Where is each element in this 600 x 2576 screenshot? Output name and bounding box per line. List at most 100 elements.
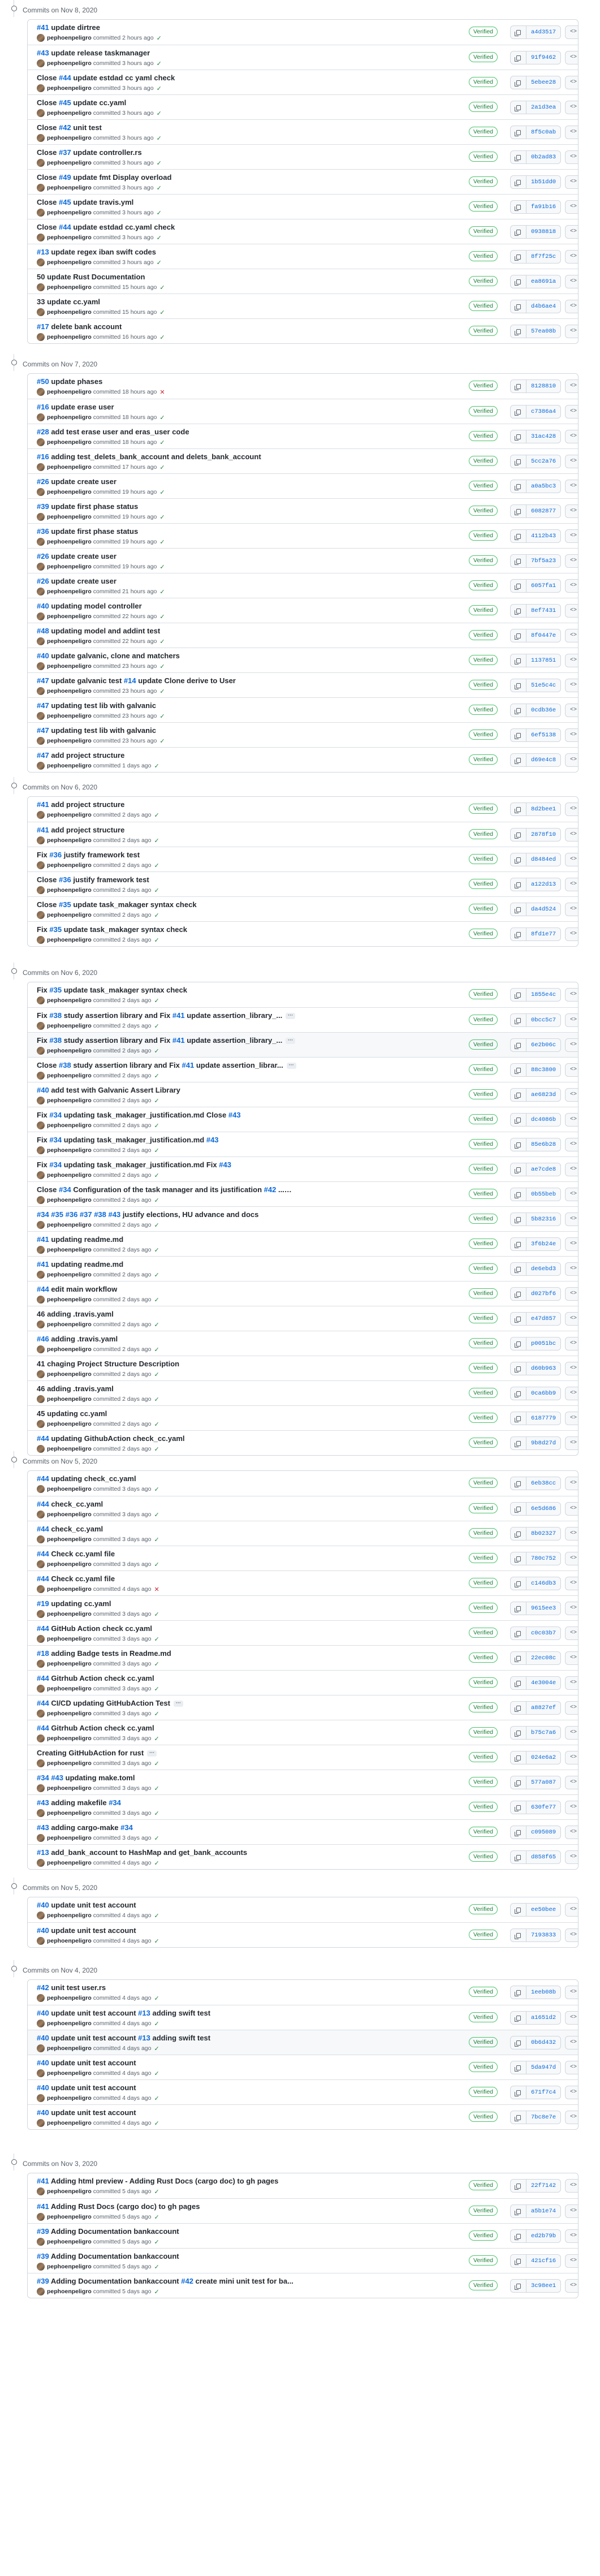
copy-icon[interactable]: [511, 1064, 526, 1076]
author-name[interactable]: pephoenpeligro: [47, 1710, 92, 1717]
commit-message-text[interactable]: Adding Documentation bankaccount: [49, 2277, 182, 2285]
commit-sha-link[interactable]: 9615ee3: [526, 1602, 560, 1615]
author-name[interactable]: pephoenpeligro: [47, 1586, 92, 1593]
browse-repo-icon[interactable]: <>: [565, 679, 578, 692]
copy-icon[interactable]: [511, 1437, 526, 1449]
copy-icon[interactable]: [511, 1528, 526, 1540]
commit-message[interactable]: #40 update unit test account: [37, 2083, 136, 2092]
commit-message-text[interactable]: Close: [37, 198, 59, 206]
commit-message[interactable]: #43 adding makefile #34: [37, 1798, 121, 1807]
avatar[interactable]: [37, 936, 45, 944]
commit-message-text[interactable]: updating check_cc.yaml: [49, 1474, 136, 1483]
verified-badge[interactable]: Verified: [469, 1827, 498, 1837]
commit-sha-link[interactable]: 577a087: [526, 1776, 560, 1789]
commit-sha-link[interactable]: 31ac428: [526, 430, 560, 443]
avatar[interactable]: [37, 811, 45, 819]
avatar[interactable]: [37, 34, 45, 42]
copy-icon[interactable]: [511, 2036, 526, 2049]
commit-sha-link[interactable]: 7bf5a23: [526, 555, 560, 567]
avatar[interactable]: [37, 1370, 45, 1378]
commit-message[interactable]: #40 update unit test account #13 adding …: [37, 2034, 210, 2042]
author-name[interactable]: pephoenpeligro: [47, 1072, 92, 1079]
copy-icon[interactable]: [511, 555, 526, 567]
avatar[interactable]: [37, 1809, 45, 1817]
commit-message-text[interactable]: update assertion_librar...: [194, 1061, 283, 1069]
author-name[interactable]: pephoenpeligro: [47, 464, 92, 471]
issue-link[interactable]: #45: [59, 198, 71, 206]
commit-sha-link[interactable]: a122d13: [526, 878, 560, 891]
copy-icon[interactable]: [511, 1552, 526, 1565]
commit-sha-link[interactable]: 0b2ad83: [526, 151, 560, 163]
browse-repo-icon[interactable]: <>: [565, 1801, 578, 1814]
issue-link[interactable]: #41: [172, 1011, 185, 1020]
commit-message[interactable]: #46 adding .travis.yaml: [37, 1335, 118, 1343]
issue-link[interactable]: #43: [51, 1774, 63, 1782]
verified-badge[interactable]: Verified: [469, 381, 498, 391]
commit-message-text[interactable]: Gitrhub Action check cc.yaml: [49, 1674, 154, 1682]
author-name[interactable]: pephoenpeligro: [47, 60, 92, 67]
commit-message[interactable]: 33 update cc.yaml: [37, 297, 100, 306]
author-name[interactable]: pephoenpeligro: [47, 1561, 92, 1568]
commit-message[interactable]: Fix #38 study assertion library and Fix …: [37, 1011, 296, 1020]
commit-message[interactable]: #26 update create user: [37, 552, 116, 560]
commit-message[interactable]: #50 update phases: [37, 377, 102, 386]
commit-message[interactable]: #40 add test with Galvanic Assert Librar…: [37, 1086, 180, 1094]
browse-repo-icon[interactable]: <>: [565, 175, 578, 189]
issue-link[interactable]: #49: [59, 173, 71, 182]
verified-badge[interactable]: Verified: [469, 1189, 498, 1199]
author-name[interactable]: pephoenpeligro: [47, 2070, 92, 2077]
check-icon[interactable]: ✓: [154, 1446, 159, 1453]
issue-link[interactable]: #45: [59, 98, 71, 107]
commit-message-text[interactable]: adding test_delets_bank_account and dele…: [49, 452, 261, 461]
commit-message[interactable]: Close #44 update estdad cc.yaml check: [37, 223, 175, 231]
commit-message-text[interactable]: update controller.rs: [71, 148, 141, 157]
expand-message-button[interactable]: ···: [147, 1750, 157, 1757]
verified-badge[interactable]: Verified: [469, 555, 498, 566]
commit-message-text[interactable]: update phases: [49, 377, 102, 386]
verified-badge[interactable]: Verified: [469, 1987, 498, 1997]
issue-link[interactable]: #44: [37, 1285, 49, 1293]
commit-sha-link[interactable]: 8ef7431: [526, 605, 560, 617]
issue-link[interactable]: #47: [37, 676, 49, 685]
check-icon[interactable]: ✓: [154, 1246, 159, 1254]
browse-repo-icon[interactable]: <>: [565, 828, 578, 842]
browse-repo-icon[interactable]: <>: [565, 200, 578, 214]
commit-sha-link[interactable]: a0a5bc3: [526, 480, 560, 493]
avatar[interactable]: [37, 1121, 45, 1129]
avatar[interactable]: [37, 159, 45, 167]
commit-sha-link[interactable]: 0bcc5c7: [526, 1014, 560, 1026]
browse-repo-icon[interactable]: <>: [565, 2061, 578, 2074]
author-name[interactable]: pephoenpeligro: [47, 812, 92, 818]
issue-link[interactable]: #34: [49, 1136, 62, 1144]
check-icon[interactable]: ✓: [154, 1321, 159, 1328]
check-icon[interactable]: ✓: [159, 538, 165, 546]
commit-message-text[interactable]: adding .travis.yaml: [49, 1335, 118, 1343]
browse-repo-icon[interactable]: <>: [565, 853, 578, 866]
commit-message[interactable]: 46 adding .travis.yaml: [37, 1384, 114, 1393]
avatar[interactable]: [37, 2069, 45, 2077]
browse-repo-icon[interactable]: <>: [565, 2229, 578, 2243]
avatar[interactable]: [37, 1196, 45, 1204]
commit-message[interactable]: Close #45 update cc.yaml: [37, 98, 126, 107]
browse-repo-icon[interactable]: <>: [565, 1262, 578, 1276]
issue-link[interactable]: #16: [37, 403, 49, 411]
author-name[interactable]: pephoenpeligro: [47, 1047, 92, 1054]
browse-repo-icon[interactable]: <>: [565, 504, 578, 518]
browse-repo-icon[interactable]: <>: [565, 1527, 578, 1541]
copy-icon[interactable]: [511, 405, 526, 418]
commit-sha-link[interactable]: 6e2b06c: [526, 1039, 560, 1051]
verified-badge[interactable]: Verified: [469, 1628, 498, 1638]
avatar[interactable]: [37, 283, 45, 291]
copy-icon[interactable]: [511, 1727, 526, 1739]
copy-icon[interactable]: [511, 1412, 526, 1425]
browse-repo-icon[interactable]: <>: [565, 126, 578, 139]
issue-link[interactable]: #40: [37, 1901, 49, 1909]
author-name[interactable]: pephoenpeligro: [47, 1147, 92, 1154]
verified-badge[interactable]: Verified: [469, 1578, 498, 1588]
commit-message-text[interactable]: Close: [37, 173, 59, 182]
verified-badge[interactable]: Verified: [469, 1363, 498, 1373]
commit-message[interactable]: #44 check_cc.yaml: [37, 1500, 103, 1508]
author-name[interactable]: pephoenpeligro: [47, 159, 92, 166]
commit-sha-link[interactable]: fa91b16: [526, 201, 560, 213]
browse-repo-icon[interactable]: <>: [565, 728, 578, 742]
